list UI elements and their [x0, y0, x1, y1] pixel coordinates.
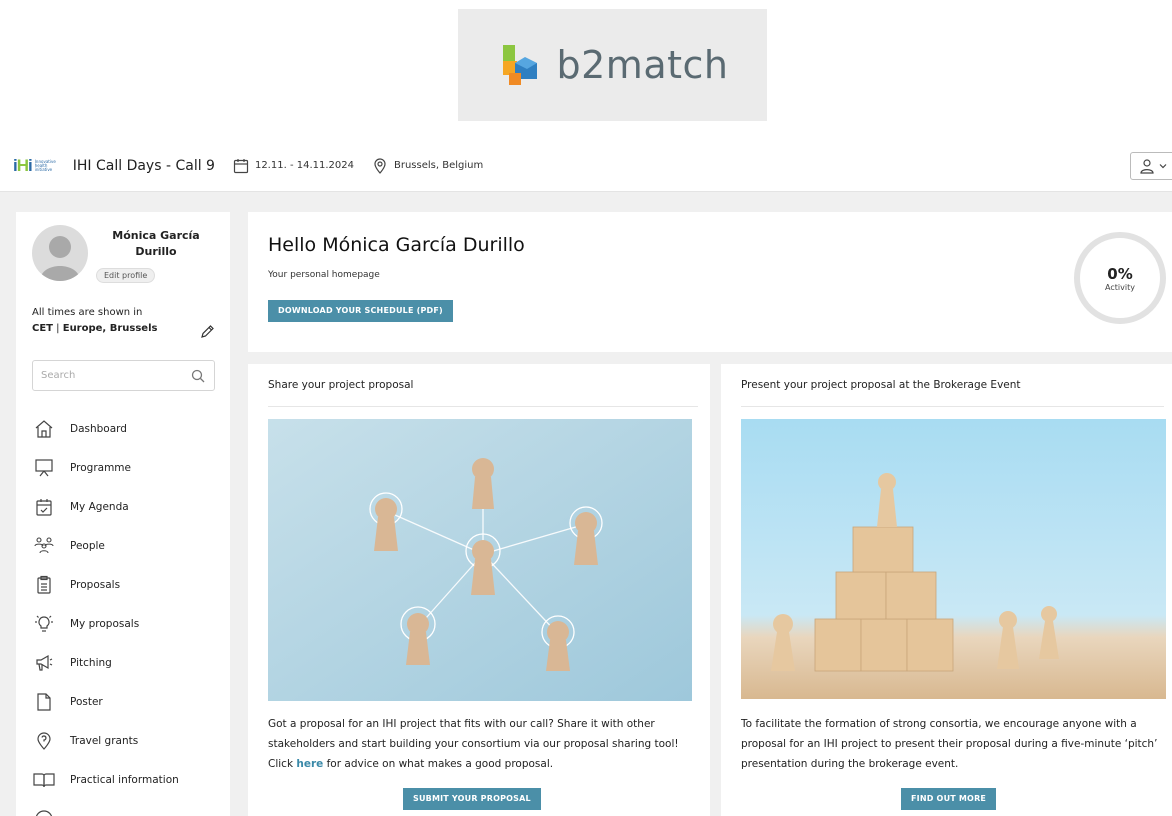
sidebar-item-label: Poster: [70, 696, 103, 708]
lightbulb-icon: [32, 612, 56, 636]
clipboard-list-icon: [32, 573, 56, 597]
map-pin-icon: [374, 157, 386, 174]
help-circle-icon: [32, 807, 56, 816]
sidebar-item-dashboard[interactable]: Dashboard: [32, 414, 215, 444]
book-icon: [32, 768, 56, 792]
card-description: To facilitate the formation of strong co…: [741, 718, 1158, 770]
user-icon: [1139, 159, 1154, 174]
timezone-value: CET | Europe, Brussels: [32, 321, 157, 337]
activity-value: 0%: [1107, 264, 1133, 283]
b2match-wordmark: b2match: [556, 43, 729, 87]
network-figures-image: [268, 419, 692, 701]
presentation-icon: [32, 456, 56, 480]
wooden-blocks-image: [741, 419, 1166, 699]
user-menu-button[interactable]: [1130, 152, 1172, 180]
home-icon: [32, 417, 56, 441]
sidebar-item-label: Proposals: [70, 579, 121, 591]
b2match-logo: b2match: [458, 9, 767, 121]
timezone-info: All times are shown in CET | Europe, Bru…: [32, 305, 157, 337]
present-proposal-card: Present your project proposal at the Bro…: [721, 364, 1172, 816]
advice-link[interactable]: here: [296, 758, 323, 770]
sidebar-item-my-agenda[interactable]: My Agenda: [32, 492, 215, 522]
activity-label: Activity: [1105, 282, 1135, 292]
event-title[interactable]: IHI Call Days - Call 9: [73, 158, 215, 174]
timezone-city: Europe, Brussels: [62, 323, 158, 334]
event-header-bar: iHi Innovative health initiative IHI Cal…: [0, 140, 1172, 192]
sidebar-item-label: My proposals: [70, 618, 140, 630]
page-title: Hello Mónica García Durillo: [268, 234, 525, 256]
activity-progress-ring: 0% Activity: [1074, 232, 1166, 324]
timezone-zone: CET: [32, 323, 53, 334]
event-dates-text: 12.11. - 14.11.2024: [254, 160, 354, 171]
sidebar-item-label: Practical information: [70, 774, 179, 786]
sidebar-item-practical-information[interactable]: Practical information: [32, 765, 215, 795]
find-out-more-button[interactable]: FIND OUT MORE: [901, 788, 997, 810]
download-schedule-button[interactable]: DOWNLOAD YOUR SCHEDULE (PDF): [268, 300, 453, 322]
calendar-icon: [233, 158, 249, 173]
sidebar-item-label: Programme: [70, 462, 131, 474]
sidebar: Mónica García Durillo Edit profile All t…: [16, 212, 230, 816]
card-title: Present your project proposal at the Bro…: [741, 379, 1021, 391]
avatar[interactable]: [32, 225, 88, 281]
sidebar-item-label: My Agenda: [70, 501, 129, 513]
b2match-cube-icon: [502, 45, 537, 85]
search-icon[interactable]: [191, 369, 205, 383]
sidebar-item-pitching[interactable]: Pitching: [32, 648, 215, 678]
chevron-down-icon: [1159, 164, 1166, 169]
sidebar-item-travel-grants[interactable]: Travel grants: [32, 726, 215, 756]
ihi-logo-caption: Innovative health initiative: [34, 158, 56, 172]
card-divider: [741, 406, 1164, 407]
edit-profile-button[interactable]: Edit profile: [96, 268, 156, 283]
sidebar-item-people[interactable]: People: [32, 531, 215, 561]
sidebar-item-my-proposals[interactable]: My proposals: [32, 609, 215, 639]
event-dates: 12.11. - 14.11.2024: [233, 158, 354, 174]
sidebar-item-proposals[interactable]: Proposals: [32, 570, 215, 600]
page-subtitle: Your personal homepage: [268, 270, 380, 280]
timezone-prefix: All times are shown in: [32, 307, 143, 318]
welcome-card: Hello Mónica García Durillo Your persona…: [248, 212, 1172, 352]
people-icon: [32, 534, 56, 558]
megaphone-icon: [32, 651, 56, 675]
sidebar-item-label: People: [70, 540, 105, 552]
sidebar-item-label: Travel grants: [70, 735, 139, 747]
search-input[interactable]: [41, 370, 181, 381]
calendar-check-icon: [32, 495, 56, 519]
card-title: Share your project proposal: [268, 379, 414, 391]
card-divider: [268, 406, 698, 407]
submit-proposal-button[interactable]: SUBMIT YOUR PROPOSAL: [403, 788, 541, 810]
document-icon: [32, 690, 56, 714]
user-name: Mónica García Durillo: [112, 229, 200, 258]
timezone-separator: |: [53, 323, 63, 334]
sidebar-item-label: Dashboard: [70, 423, 127, 435]
sidebar-item-poster[interactable]: Poster: [32, 687, 215, 717]
card-description: Got a proposal for an IHI project that f…: [268, 714, 698, 774]
sidebar-item-programme[interactable]: Programme: [32, 453, 215, 483]
ihi-logo-mark: iHi: [13, 155, 33, 175]
sidebar-item-label: Pitching: [70, 657, 112, 669]
sidebar-search[interactable]: [32, 360, 215, 391]
event-location-text: Brussels, Belgium: [393, 160, 484, 171]
sidebar-item-partial[interactable]: [32, 804, 215, 816]
share-proposal-card: Share your project proposal Got a propos…: [248, 364, 710, 816]
map-pin-icon: [32, 729, 56, 753]
edit-timezone-pencil-icon[interactable]: [199, 324, 215, 340]
default-avatar-icon: [40, 236, 80, 281]
ihi-logo[interactable]: iHi Innovative health initiative: [13, 156, 59, 176]
event-location: Brussels, Belgium: [372, 157, 484, 174]
card-text-after: for advice on what makes a good proposal…: [323, 758, 554, 770]
